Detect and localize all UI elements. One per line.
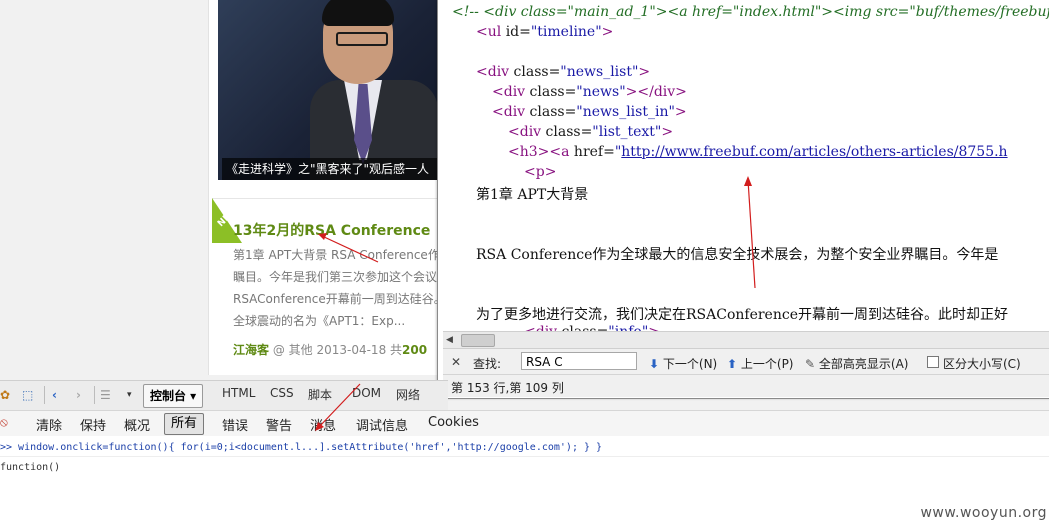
annotation-overlay xyxy=(315,176,756,431)
red-arrow-2 xyxy=(318,233,379,263)
red-arrow-3 xyxy=(315,383,361,431)
red-arrow-1 xyxy=(744,176,756,289)
